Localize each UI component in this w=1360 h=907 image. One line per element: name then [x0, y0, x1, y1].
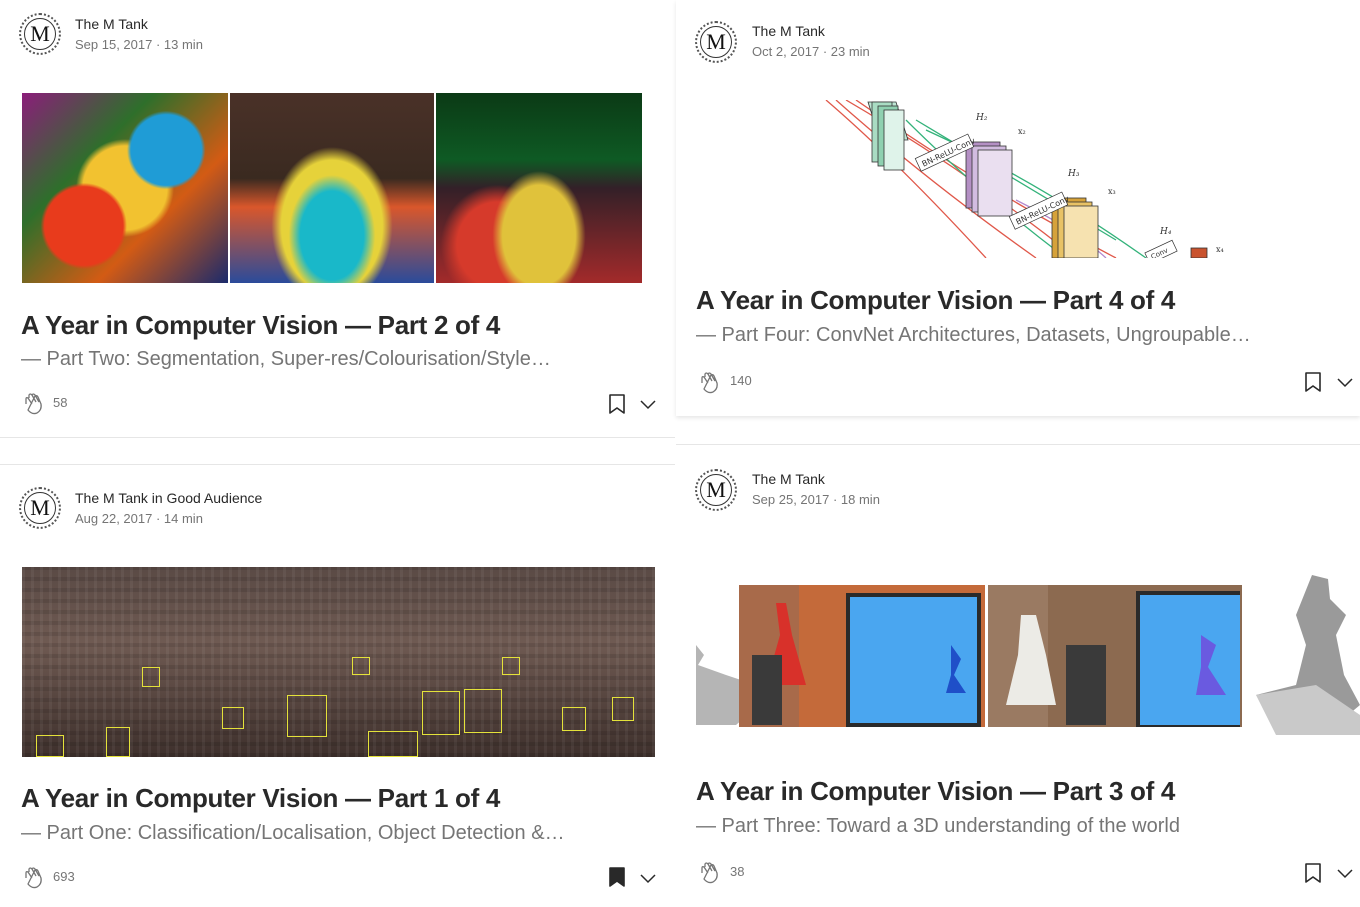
avatar-letter: M [700, 26, 732, 58]
clap-icon[interactable] [20, 864, 46, 890]
clap-count: 140 [730, 373, 752, 388]
avatar-letter: M [24, 492, 56, 524]
bookmark-filled-icon[interactable] [608, 867, 626, 887]
face-box [287, 695, 327, 737]
face-box [422, 691, 460, 735]
article-thumbnail[interactable] [22, 567, 655, 757]
article-subtitle[interactable]: — Part Two: Segmentation, Super-res/Colo… [21, 348, 551, 371]
face-box [368, 731, 418, 757]
chevron-down-icon[interactable] [639, 395, 657, 413]
publisher-avatar[interactable]: M [19, 13, 61, 55]
thumbnail-panel [22, 93, 228, 283]
h4-label: H₄ [1159, 227, 1172, 237]
clap-count: 693 [53, 869, 75, 884]
avatar-letter: M [24, 18, 56, 50]
face-box [612, 697, 634, 721]
3d-reconstruction-image [696, 575, 1360, 735]
article-card-part3[interactable]: M The M Tank Sep 25, 2017 · 18 min A Yea… [676, 444, 1360, 907]
article-card-part4[interactable]: M The M Tank Oct 2, 2017 · 23 min BN-ReL… [676, 0, 1360, 416]
face-box [106, 727, 130, 757]
face-box [562, 707, 586, 731]
face-box [352, 657, 370, 675]
bookmark-icon[interactable] [1304, 863, 1322, 883]
clap-icon[interactable] [696, 859, 722, 885]
post-meta: Sep 25, 2017 · 18 min [752, 492, 880, 507]
article-card-part1[interactable]: M The M Tank in Good Audience Aug 22, 20… [0, 464, 675, 907]
face-box [502, 657, 520, 675]
avatar-letter: M [700, 474, 732, 506]
article-title[interactable]: A Year in Computer Vision — Part 2 of 4 [21, 310, 500, 341]
article-card-part2[interactable]: M The M Tank Sep 15, 2017 · 13 min A Yea… [0, 0, 675, 438]
bookmark-icon[interactable] [608, 394, 626, 414]
x4-label: x₄ [1216, 245, 1224, 254]
post-meta: Aug 22, 2017 · 14 min [75, 511, 203, 526]
article-thumbnail[interactable] [696, 575, 1360, 735]
thumbnail-panel [436, 93, 642, 283]
chevron-down-icon[interactable] [1336, 864, 1354, 882]
author-name[interactable]: The M Tank [752, 471, 825, 487]
clap-icon[interactable] [20, 390, 46, 416]
article-thumbnail[interactable]: BN-ReLU-Conv BN-ReLU-Conv Conv H₂ x₂ H₃ … [816, 100, 1236, 258]
clap-icon[interactable] [696, 369, 722, 395]
h3-label: H₃ [1067, 169, 1080, 179]
publisher-avatar[interactable]: M [695, 21, 737, 63]
post-meta: Oct 2, 2017 · 23 min [752, 44, 870, 59]
clap-count: 38 [730, 864, 745, 879]
bookmark-icon[interactable] [1304, 372, 1322, 392]
face-box [464, 689, 502, 733]
face-box [222, 707, 244, 729]
thumbnail-panel [230, 93, 434, 283]
author-name[interactable]: The M Tank [75, 16, 148, 32]
x2-label: x₂ [1018, 127, 1026, 136]
chevron-down-icon[interactable] [1336, 373, 1354, 391]
article-subtitle[interactable]: — Part Three: Toward a 3D understanding … [696, 815, 1180, 838]
densenet-diagram: BN-ReLU-Conv BN-ReLU-Conv Conv H₂ x₂ H₃ … [816, 100, 1236, 258]
article-title[interactable]: A Year in Computer Vision — Part 1 of 4 [21, 783, 500, 814]
x3-label: x₃ [1108, 187, 1116, 196]
article-thumbnail[interactable] [22, 93, 642, 283]
publisher-avatar[interactable]: M [695, 469, 737, 511]
h2-label: H₂ [975, 113, 988, 123]
publisher-avatar[interactable]: M [19, 487, 61, 529]
clap-count: 58 [53, 395, 68, 410]
article-subtitle[interactable]: — Part One: Classification/Localisation,… [21, 822, 565, 845]
author-name[interactable]: The M Tank in Good Audience [75, 490, 262, 506]
article-title[interactable]: A Year in Computer Vision — Part 3 of 4 [696, 776, 1175, 807]
chevron-down-icon[interactable] [639, 869, 657, 887]
face-box [142, 667, 160, 687]
author-name[interactable]: The M Tank [752, 23, 825, 39]
article-title[interactable]: A Year in Computer Vision — Part 4 of 4 [696, 285, 1175, 316]
article-subtitle[interactable]: — Part Four: ConvNet Architectures, Data… [696, 324, 1251, 347]
post-meta: Sep 15, 2017 · 13 min [75, 37, 203, 52]
face-box [36, 735, 64, 757]
